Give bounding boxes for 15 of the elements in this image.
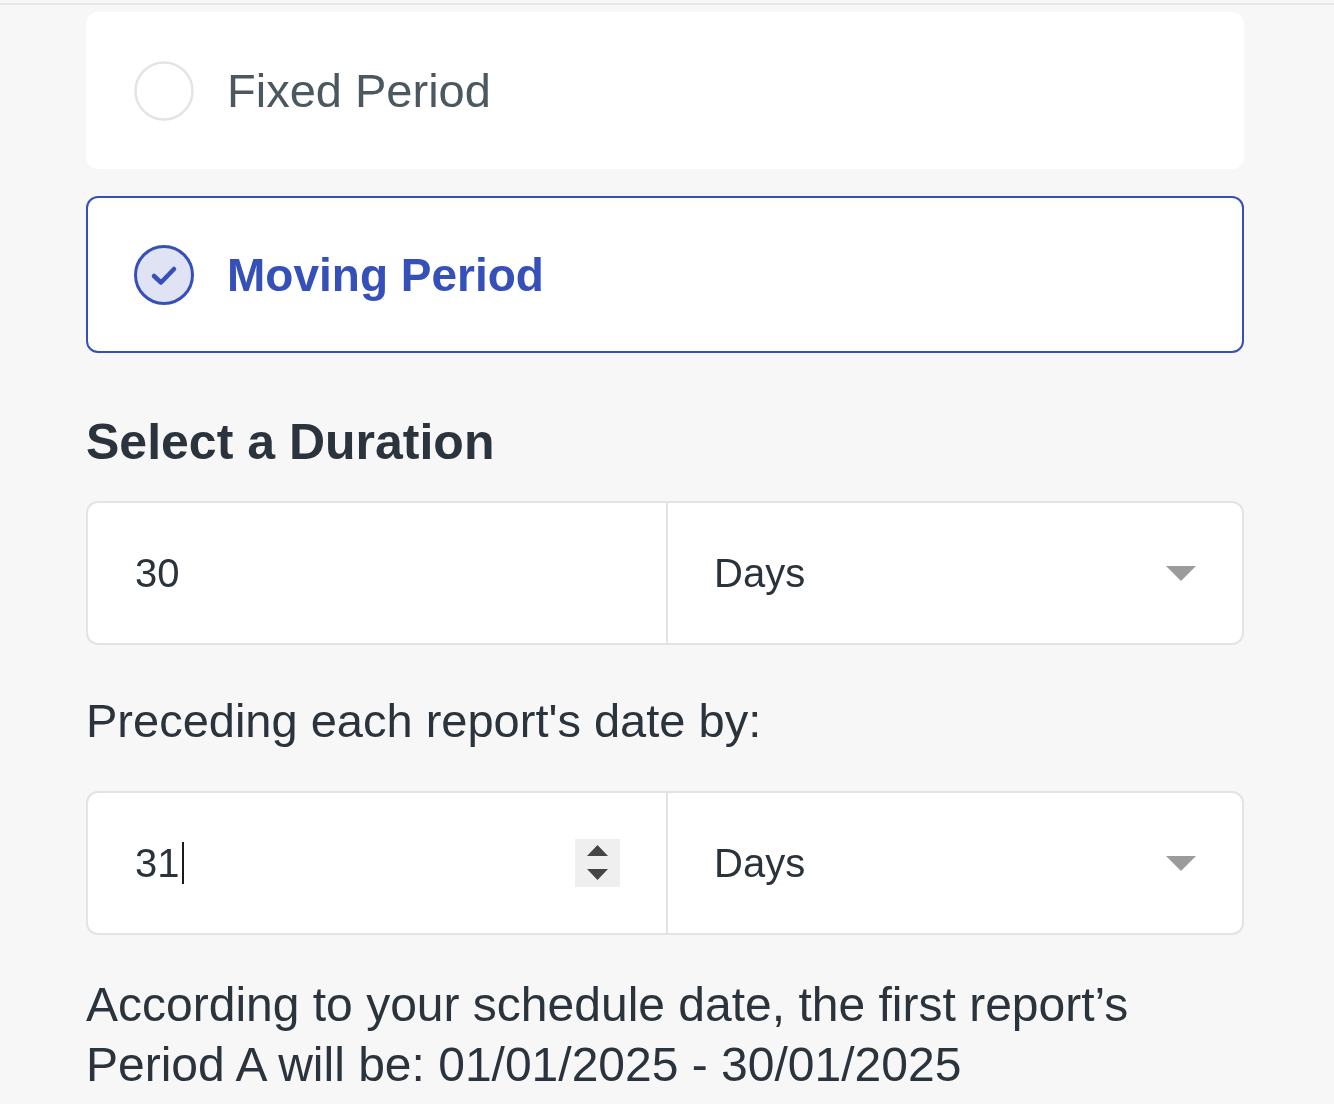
number-field[interactable]: 31	[86, 791, 666, 935]
period-option[interactable]: Moving Period	[86, 196, 1244, 353]
caret-icon	[1166, 565, 1196, 581]
summary-text: According to your schedule date, the first report’s Period A will be: 01/01/2025 - 30/01/2025	[86, 977, 1130, 1093]
unit-dropdown[interactable]: Days	[666, 501, 1244, 645]
period-option[interactable]: Fixed Period	[86, 12, 1244, 169]
caret-icon	[1166, 855, 1196, 871]
text-cursor-icon	[181, 842, 184, 884]
stepper-icon[interactable]	[575, 839, 620, 887]
field-label: Preceding each report's date by:	[86, 693, 762, 749]
radio-icon	[134, 60, 194, 121]
number-field[interactable]: 30	[86, 501, 666, 645]
section-heading: Select a Duration	[86, 413, 495, 471]
unit-dropdown[interactable]: Days	[666, 791, 1244, 935]
radio-icon	[134, 244, 194, 305]
